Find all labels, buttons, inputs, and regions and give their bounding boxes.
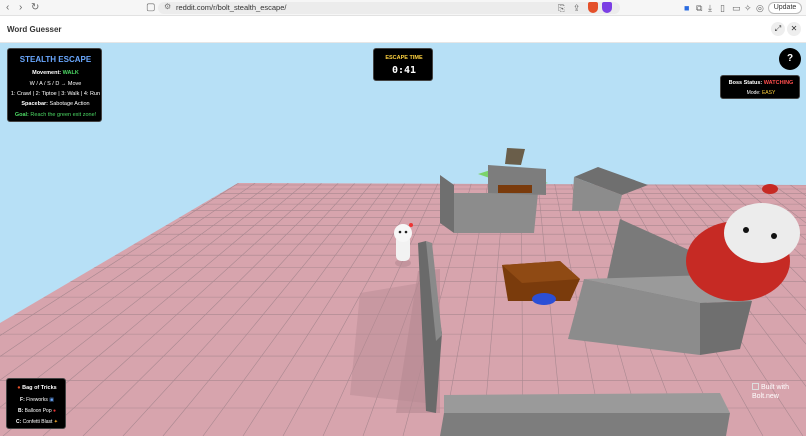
back-arrow-icon[interactable]: ‹: [6, 2, 9, 14]
app-title: Word Guesser: [7, 25, 62, 34]
leo-icon[interactable]: ✧: [744, 2, 752, 14]
rewards-icon[interactable]: [602, 2, 612, 13]
bookmark-icon[interactable]: ▢: [146, 2, 155, 14]
address-bar[interactable]: ⚙ reddit.com/r/bolt_stealth_escape/: [158, 2, 620, 14]
bag-of-tricks-panel: ● Bag of Tricks F: Fireworks ▣ B: Balloo…: [6, 378, 66, 429]
vpn-icon[interactable]: ◎: [756, 2, 764, 14]
download-icon[interactable]: ⎘: [558, 2, 565, 14]
built-with-badge[interactable]: Built with Bolt.new: [752, 383, 800, 401]
balloon-icon: ●: [53, 408, 57, 414]
expand-icon[interactable]: ⤢: [771, 22, 785, 36]
wall: [440, 413, 730, 436]
forward-arrow-icon[interactable]: ›: [19, 2, 22, 14]
share-icon[interactable]: ⇪: [573, 2, 581, 14]
player-eye: [404, 230, 408, 234]
wall-top: [444, 393, 730, 413]
player-eye: [398, 230, 402, 234]
trick-balloon-pop: B: Balloon Pop ●: [17, 408, 57, 414]
app-header: Word Guesser ⤢ ✕: [0, 17, 806, 43]
boss-head: [724, 203, 800, 263]
broken-image-icon: [752, 383, 759, 390]
movement-mode: Movement: WALK: [32, 70, 79, 76]
player-head: [394, 224, 412, 242]
browser-toolbar: ‹ › ↻ ▢ ⚙ reddit.com/r/bolt_stealth_esca…: [0, 0, 806, 16]
timer-label: ESCAPE TIME: [385, 55, 423, 61]
crate: [498, 185, 532, 193]
brave-shield-icon[interactable]: [588, 2, 598, 13]
game-viewport[interactable]: STEALTH ESCAPE Movement: WALK W / A / S …: [0, 43, 806, 436]
reload-icon[interactable]: ↻: [31, 2, 39, 14]
bag-title: ● Bag of Tricks: [17, 385, 57, 391]
move-keys: W / A / S / D → Move: [29, 81, 82, 87]
controls-panel: STEALTH ESCAPE Movement: WALK W / A / S …: [7, 48, 102, 122]
wall: [454, 193, 538, 233]
bag-icon: ●: [17, 385, 21, 391]
boss-eye: [743, 227, 749, 233]
boss-status-panel: Boss Status: WATCHING Mode: EASY: [720, 75, 800, 99]
puzzle-icon[interactable]: ⧉: [696, 2, 702, 14]
trick-confetti-blast: C: Confetti Blast ✦: [15, 419, 58, 425]
speed-keys: 1: Crawl | 2: Tiptoe | 3: Walk | 4: Run: [10, 91, 101, 97]
boss-antenna: [762, 184, 778, 194]
game-mode: Mode: EASY: [746, 90, 776, 96]
confetti-icon: ✦: [53, 419, 58, 425]
spacebar-hint: Spacebar: Sabotage Action: [21, 101, 90, 107]
game-title: STEALTH ESCAPE: [19, 55, 92, 64]
help-button[interactable]: ?: [779, 48, 801, 70]
player-antenna: [409, 223, 413, 227]
wall: [440, 175, 454, 233]
downloads-icon[interactable]: ⤓: [708, 2, 712, 14]
url-text: reddit.com/r/bolt_stealth_escape/: [176, 3, 287, 12]
site-info-icon[interactable]: ⚙: [164, 2, 171, 11]
boss-eye: [771, 233, 777, 239]
balloon-item: [532, 293, 556, 305]
goal-hint: Goal: Reach the green exit zone!: [14, 112, 97, 118]
update-button[interactable]: Update: [768, 2, 802, 14]
escape-timer: ESCAPE TIME 0:41: [373, 48, 433, 81]
trick-fireworks: F: Fireworks ▣: [20, 397, 54, 403]
boss-status: Boss Status: WATCHING: [728, 80, 794, 86]
movement-value: WALK: [62, 70, 79, 76]
shadow: [350, 283, 426, 403]
timer-value: 0:41: [391, 65, 417, 76]
game-scene: [0, 43, 806, 436]
sidebar-icon[interactable]: ▯: [720, 2, 725, 14]
extension-icon[interactable]: ■: [684, 2, 689, 14]
fireworks-icon: ▣: [49, 397, 54, 403]
mode-value: EASY: [761, 90, 776, 96]
close-icon[interactable]: ✕: [787, 22, 801, 36]
wallet-icon[interactable]: ▭: [732, 2, 741, 14]
boss-status-value: WATCHING: [763, 80, 794, 86]
